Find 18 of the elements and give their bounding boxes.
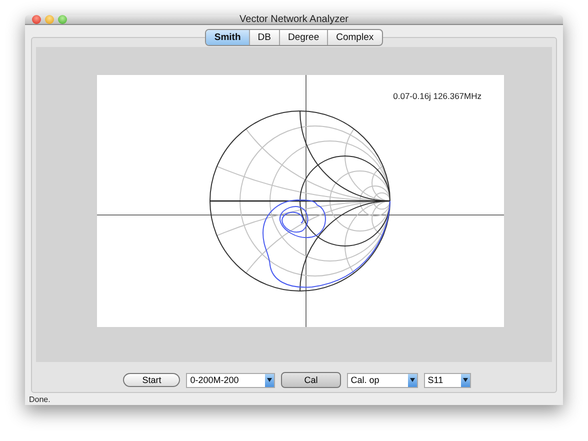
dropdown[interactable]: 0-200M-200	[186, 372, 276, 388]
dropdown[interactable]: S11	[424, 372, 471, 388]
dropdown-arrow-icon	[462, 378, 468, 382]
zoom-button[interactable]	[58, 15, 67, 24]
tab[interactable]: Smith	[206, 30, 250, 45]
status-text: Done.	[29, 395, 50, 404]
tab[interactable]: Degree	[280, 30, 328, 45]
window-title: Vector Network Analyzer	[240, 14, 348, 25]
tab[interactable]: DB	[250, 30, 280, 45]
button[interactable]: Cal	[281, 372, 341, 388]
button[interactable]: Start	[123, 373, 180, 387]
dropdown[interactable]: Cal. op	[346, 372, 418, 388]
readout-text: 0.07-0.16j 126.367MHz	[393, 91, 482, 101]
dropdown-arrow-icon	[410, 378, 415, 382]
minimize-button[interactable]	[45, 15, 54, 24]
dropdown-arrow-icon	[267, 378, 272, 382]
tab[interactable]: Complex	[328, 30, 382, 45]
close-button[interactable]	[32, 15, 41, 24]
